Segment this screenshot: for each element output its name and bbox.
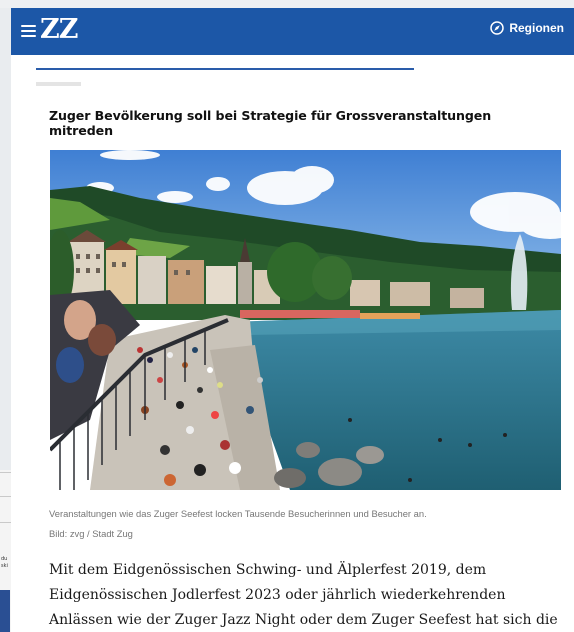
hamburger-menu-icon[interactable] — [21, 23, 39, 37]
article-lead: Mit dem Eidgenössischen Schwing- und Älp… — [49, 558, 569, 632]
image-credit: Bild: zvg / Stadt Zug — [49, 528, 133, 539]
site-header: ZZ Regionen — [11, 8, 574, 55]
lead-line: Mit dem Eidgenössischen Schwing- und Älp… — [49, 562, 487, 578]
compass-icon — [490, 21, 505, 35]
divider — [36, 82, 81, 86]
lead-line: Eidgenössischen Jodlerfest 2023 oder jäh… — [49, 587, 506, 603]
lead-line: Anlässen wie der Zuger Jazz Night oder d… — [49, 612, 558, 628]
article-image[interactable] — [50, 150, 561, 490]
article-page: ZZ Regionen Zuger Bevölkerung soll bei S… — [11, 8, 574, 632]
site-logo[interactable]: ZZ — [40, 14, 78, 45]
regions-button[interactable]: Regionen — [490, 21, 564, 35]
progress-line — [36, 68, 414, 70]
background-strip — [0, 0, 574, 8]
regions-label: Regionen — [509, 21, 564, 35]
image-caption: Veranstaltungen wie das Zuger Seefest lo… — [49, 508, 427, 519]
article-headline: Zuger Bevölkerung soll bei Strategie für… — [49, 108, 492, 138]
